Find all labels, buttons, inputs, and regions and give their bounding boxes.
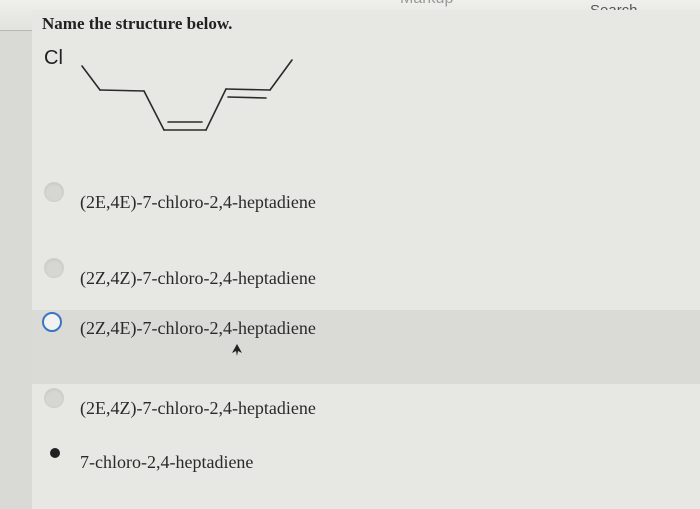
bond-cl-c7 <box>81 65 101 91</box>
radio-button-3[interactable] <box>42 312 62 332</box>
question-title: Name the structure below. <box>42 14 233 33</box>
answer-option-3[interactable]: (2Z,4E)-7-chloro-2,4-heptadiene <box>32 310 700 384</box>
mouse-cursor-icon <box>232 344 242 356</box>
option-label-1: (2E,4E)-7-chloro-2,4-heptadiene <box>80 192 316 212</box>
bond-c2-c1 <box>269 59 293 91</box>
bond-c3-c2-double <box>227 96 267 99</box>
bond-c7-c6 <box>99 89 145 92</box>
radio-button-4[interactable] <box>44 388 64 408</box>
bond-c6-c5 <box>143 90 165 131</box>
markup-tab[interactable]: Markup <box>400 0 453 8</box>
radio-button-2[interactable] <box>44 258 64 278</box>
chlorine-atom-label: Cl <box>44 47 63 69</box>
option-label-4: (2E,4Z)-7-chloro-2,4-heptadiene <box>80 398 316 418</box>
radio-button-5-selected[interactable] <box>50 448 60 458</box>
option-label-2: (2Z,4Z)-7-chloro-2,4-heptadiene <box>80 268 316 288</box>
bond-c3-c2 <box>225 88 271 91</box>
chemical-structure: Cl <box>44 47 293 131</box>
option-label-3: (2Z,4E)-7-chloro-2,4-heptadiene <box>80 318 316 338</box>
option-label-5: 7-chloro-2,4-heptadiene <box>80 452 254 472</box>
bond-c4-c3 <box>205 88 227 131</box>
skeletal-bonds <box>81 59 293 131</box>
radio-button-1[interactable] <box>44 182 64 202</box>
